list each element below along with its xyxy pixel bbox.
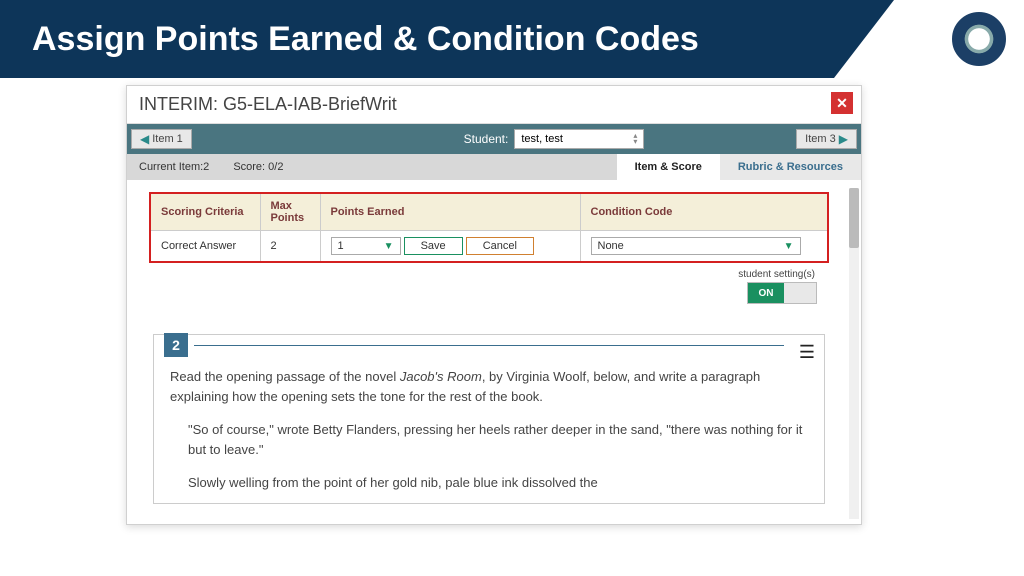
slide-title: Assign Points Earned & Condition Codes bbox=[32, 20, 699, 59]
nav-bar: ◀ Item 1 Student: test, test ▴▾ Item 3 ▶ bbox=[127, 124, 861, 154]
tab-rubric-resources[interactable]: Rubric & Resources bbox=[720, 154, 861, 180]
student-select[interactable]: test, test ▴▾ bbox=[514, 129, 644, 149]
th-criteria: Scoring Criteria bbox=[150, 193, 260, 231]
prompt-text-a: Read the opening passage of the novel bbox=[170, 369, 400, 384]
stepper-icon: ▴▾ bbox=[633, 133, 637, 144]
th-condition: Condition Code bbox=[580, 193, 828, 231]
prev-item-button[interactable]: ◀ Item 1 bbox=[131, 129, 192, 149]
item-prompt: Read the opening passage of the novel Ja… bbox=[170, 367, 808, 493]
scrollbar[interactable] bbox=[849, 188, 859, 519]
toggle-on-label: ON bbox=[748, 283, 784, 303]
points-earned-select[interactable]: 1 ▼ bbox=[331, 237, 401, 255]
points-earned-value: 1 bbox=[338, 240, 344, 252]
cancel-button[interactable]: Cancel bbox=[466, 237, 534, 255]
scrollbar-thumb[interactable] bbox=[849, 188, 859, 248]
cell-earned: 1 ▼ Save Cancel bbox=[320, 231, 580, 263]
prompt-title-italic: Jacob's Room bbox=[400, 369, 482, 384]
slide-header: Assign Points Earned & Condition Codes bbox=[0, 0, 1024, 78]
cell-max: 2 bbox=[260, 231, 320, 263]
th-earned: Points Earned bbox=[320, 193, 580, 231]
cell-criteria: Correct Answer bbox=[150, 231, 260, 263]
item-number-badge: 2 bbox=[164, 333, 188, 357]
student-label: Student: bbox=[464, 132, 509, 146]
close-button[interactable]: ✕ bbox=[831, 92, 853, 114]
state-seal-icon bbox=[952, 12, 1006, 66]
item-content-box: 2 ☰ Read the opening passage of the nove… bbox=[153, 334, 825, 504]
condition-code-select[interactable]: None ▼ bbox=[591, 237, 801, 255]
info-bar: Current Item:2 Score: 0/2 Item & Score R… bbox=[127, 154, 861, 180]
tab-item-score[interactable]: Item & Score bbox=[617, 154, 720, 180]
score-label: Score: 0/2 bbox=[221, 161, 295, 173]
arrow-right-icon: ▶ bbox=[839, 132, 848, 146]
next-item-label: Item 3 bbox=[805, 133, 836, 145]
scoring-panel: INTERIM: G5-ELA-IAB-BriefWrit ✕ ◀ Item 1… bbox=[126, 85, 862, 525]
caret-down-icon: ▼ bbox=[784, 241, 794, 252]
save-button[interactable]: Save bbox=[404, 237, 463, 255]
content-scroll-area: Scoring Criteria Max Points Points Earne… bbox=[127, 180, 861, 528]
toggle-off-side bbox=[784, 283, 816, 303]
panel-title: INTERIM: G5-ELA-IAB-BriefWrit bbox=[139, 94, 397, 114]
condition-code-value: None bbox=[598, 240, 624, 252]
item-divider bbox=[194, 345, 784, 346]
cell-condition: None ▼ bbox=[580, 231, 828, 263]
close-icon: ✕ bbox=[836, 95, 848, 112]
table-row: Correct Answer 2 1 ▼ Save Cancel None ▼ bbox=[150, 231, 828, 263]
scoring-table: Scoring Criteria Max Points Points Earne… bbox=[149, 192, 829, 263]
passage-continued: Slowly welling from the point of her gol… bbox=[188, 473, 808, 493]
student-settings-toggle[interactable]: ON bbox=[747, 282, 817, 304]
arrow-left-icon: ◀ bbox=[140, 132, 149, 146]
next-item-button[interactable]: Item 3 ▶ bbox=[796, 129, 857, 149]
prev-item-label: Item 1 bbox=[152, 133, 183, 145]
hamburger-icon[interactable]: ☰ bbox=[799, 339, 814, 366]
student-settings-label: student setting(s) bbox=[135, 269, 843, 280]
caret-down-icon: ▼ bbox=[384, 241, 394, 252]
table-header-row: Scoring Criteria Max Points Points Earne… bbox=[150, 193, 828, 231]
panel-title-bar: INTERIM: G5-ELA-IAB-BriefWrit ✕ bbox=[127, 86, 861, 124]
current-item-label: Current Item:2 bbox=[127, 161, 221, 173]
tabs: Item & Score Rubric & Resources bbox=[617, 154, 861, 180]
student-value: test, test bbox=[521, 133, 563, 145]
passage-quote: "So of course," wrote Betty Flanders, pr… bbox=[188, 420, 808, 459]
th-max: Max Points bbox=[260, 193, 320, 231]
